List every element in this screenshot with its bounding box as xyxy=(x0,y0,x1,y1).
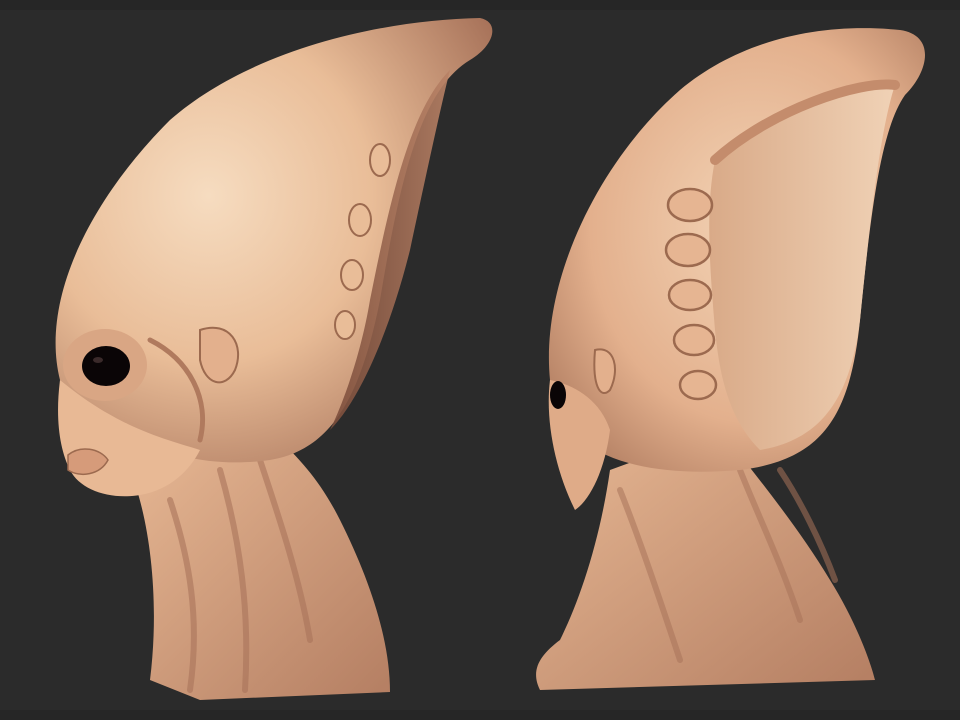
left-eye-highlight xyxy=(93,357,103,363)
right-eye xyxy=(550,381,566,409)
sculpt-render xyxy=(55,18,925,700)
left-ear xyxy=(199,326,240,384)
right-small-ear xyxy=(593,348,616,394)
left-eye xyxy=(82,346,130,386)
bottom-edge-strip xyxy=(0,710,960,720)
alien-bust-back-view xyxy=(536,28,925,690)
alien-bust-side-view xyxy=(55,18,493,700)
sculpt-viewport xyxy=(0,0,960,720)
